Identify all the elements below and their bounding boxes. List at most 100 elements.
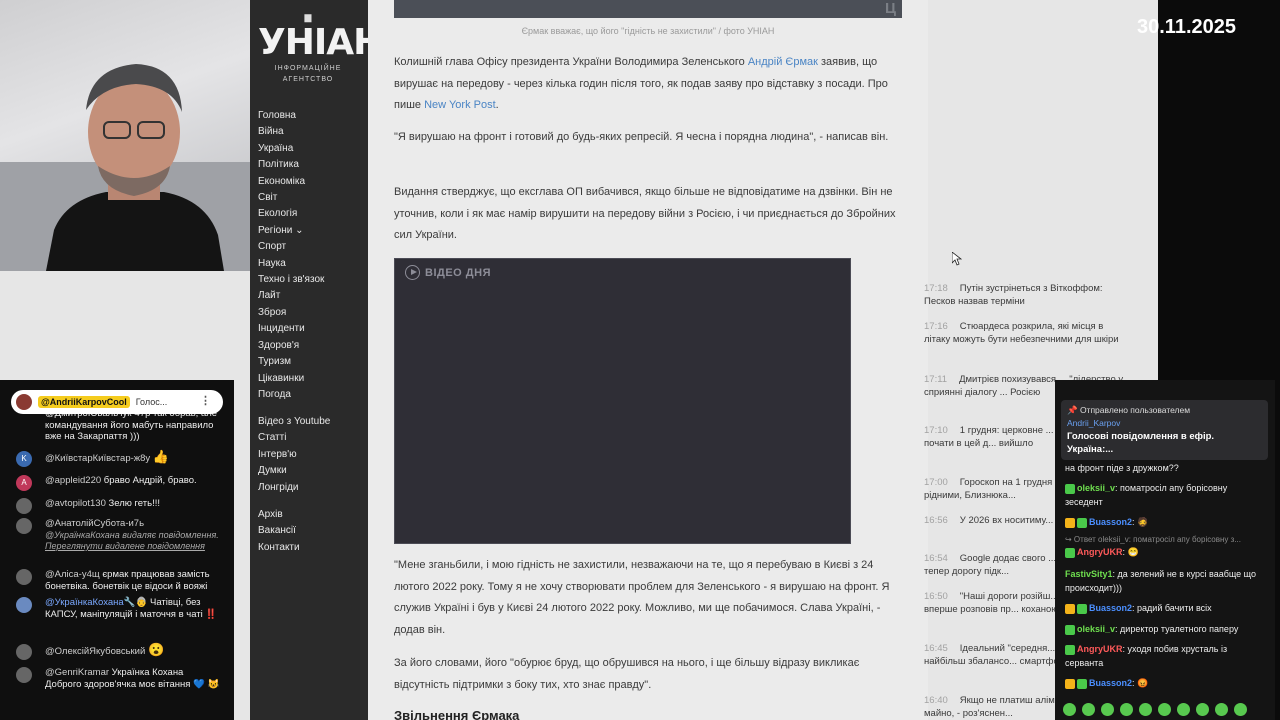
emote-icon[interactable] <box>1101 703 1114 716</box>
emote-icon[interactable] <box>1139 703 1152 716</box>
badge-icon <box>1077 678 1087 689</box>
chat-text: браво Андрій, браво. <box>103 475 197 486</box>
video-label: ВІДЕО ДНЯ <box>405 265 491 280</box>
nav-item[interactable]: Екологія <box>258 206 324 222</box>
pinned-message[interactable]: 📌 Отправлено пользователем Andrii_Karpov… <box>1061 400 1268 460</box>
chat-author[interactable]: @avtopilot130 <box>45 498 106 509</box>
chat-message: A @appleid220 браво Андрій, браво. <box>16 475 222 491</box>
text: Колишній глава Офісу президента України … <box>394 56 748 68</box>
nav-item[interactable]: Архів <box>258 507 300 523</box>
chat-text: 🧔 <box>1137 517 1149 527</box>
nav-item[interactable]: Політика <box>258 157 324 173</box>
logo-sub2: АГЕНТСТВО <box>282 76 334 83</box>
nav-item[interactable]: Інтерв'ю <box>258 447 330 463</box>
view-deleted-link[interactable]: Переглянути видалене повідомлення <box>45 541 205 551</box>
nav-item[interactable]: Наука <box>258 256 324 272</box>
nav-item[interactable]: Техно і зв'язок <box>258 272 324 288</box>
chat-author[interactable]: @КиївстарКиївстар-ж8у <box>45 453 150 464</box>
nav-item[interactable]: Головна <box>258 108 324 124</box>
article-body: Ц Єрмак вважає, що його "гідність не зах… <box>368 0 928 720</box>
emote-icon[interactable] <box>1177 703 1190 716</box>
news-time: 16:50 <box>924 591 948 602</box>
photo-caption: Єрмак вважає, що його "гідність не захис… <box>521 26 775 36</box>
chat-text: 😁 <box>1127 547 1139 557</box>
chat-author[interactable]: AngryUKR <box>1077 644 1123 654</box>
chat-author[interactable]: @АнатолійСубота-и7ь <box>45 518 144 529</box>
text: . <box>495 99 499 111</box>
paragraph-2: "Я вирушаю на фронт і готовий до будь-як… <box>394 131 889 143</box>
chat-author[interactable]: Buasson2 <box>1089 603 1132 613</box>
emote-icon[interactable] <box>1234 703 1247 716</box>
emote-icon[interactable] <box>1215 703 1228 716</box>
nav-item[interactable]: Статті <box>258 430 330 446</box>
chat-message: oleksii_v: поматросіл апу борісовну зесе… <box>1065 483 1228 507</box>
chat-author[interactable]: oleksii_v <box>1077 483 1115 493</box>
video-of-day-player[interactable]: ВІДЕО ДНЯ <box>394 258 851 544</box>
nav-item[interactable]: Вакансії <box>258 523 300 539</box>
nav-item[interactable]: Думки <box>258 463 330 479</box>
nav-item[interactable]: Лонгріди <box>258 480 330 496</box>
nav-item[interactable]: Зброя <box>258 305 324 321</box>
emote-icon[interactable] <box>1120 703 1133 716</box>
pinned-message[interactable]: @AndriiKarpovCool Голос... ⋮ <box>11 390 223 414</box>
watermark-icon: Ц <box>885 0 896 17</box>
paragraph-4: "Мене зганьбили, і мою гідність не захис… <box>394 559 890 636</box>
news-time: 17:18 <box>924 283 948 294</box>
emote-icon[interactable] <box>1063 703 1076 716</box>
emote-icon[interactable] <box>1196 703 1209 716</box>
chat-message: oleksii_v: директор туалетного паперу <box>1065 623 1265 637</box>
nav-item[interactable]: Погода <box>258 387 324 403</box>
chat-author[interactable]: Buasson2 <box>1089 517 1132 527</box>
article-photo: Ц <box>394 0 902 18</box>
chat-message: Buasson2: 🧔 <box>1065 516 1265 530</box>
chat-text: Зелю геть!!! <box>108 498 160 509</box>
chat-message: AngryUKR: 😁 <box>1065 546 1265 560</box>
chat-author[interactable]: oleksii_v <box>1077 624 1115 634</box>
chat-author[interactable]: Buasson2 <box>1089 678 1132 688</box>
chat-author[interactable]: AngryUKR <box>1077 547 1123 557</box>
news-item[interactable]: 17:18 Путін зустрінеться з Віткоффом: Пес… <box>924 282 1124 309</box>
avatar <box>16 597 32 613</box>
nav-item[interactable]: Інциденти <box>258 321 324 337</box>
nav-item[interactable]: Відео з Youtube <box>258 414 330 430</box>
chat-author[interactable]: @appleid220 <box>45 475 101 486</box>
news-item[interactable]: 17:16 Стюардеса розкрила, які місця в літ… <box>924 320 1124 347</box>
news-time: 16:45 <box>924 643 948 654</box>
chat-message: AngryUKR: уходя побив хрусталь із серван… <box>1065 644 1228 668</box>
avatar <box>16 569 32 585</box>
link-ermak[interactable]: Андрій Єрмак <box>748 56 818 68</box>
chat-author[interactable]: @ОлексійЯкубовський <box>45 646 145 657</box>
news-time: 16:56 <box>924 515 948 526</box>
chat-author[interactable]: @GenriKramar <box>45 667 109 678</box>
nav-item[interactable]: Здоров'я <box>258 338 324 354</box>
nav-item[interactable]: Україна <box>258 141 324 157</box>
nav-item-regions[interactable]: Регіони ⌄ <box>258 223 324 239</box>
nav-item[interactable]: Війна <box>258 124 324 140</box>
chat-message: FastivSity1: да зелений не в курсі ваабщ… <box>1065 569 1256 593</box>
chat-message: Buasson2: 😡 <box>1065 677 1265 691</box>
nav-item[interactable]: Світ <box>258 190 324 206</box>
more-options-icon[interactable]: ⋮ <box>200 394 211 407</box>
nav-item[interactable]: Цікавинки <box>258 371 324 387</box>
link-nypost[interactable]: New York Post <box>424 99 496 111</box>
news-title: У 2026 вх носитиму... <box>959 515 1054 526</box>
nav-item[interactable]: Лайт <box>258 288 324 304</box>
nav-item[interactable]: Туризм <box>258 354 324 370</box>
pinned-author: Andrii_Karpov <box>1067 418 1121 428</box>
section-heading: Звільнення Єрмака <box>394 708 520 720</box>
chat-message: @GenriKramar Українка Кохана Доброго здо… <box>16 667 222 690</box>
chat-author[interactable]: @Аліса-у4щ <box>45 569 100 580</box>
emote-icon[interactable] <box>1082 703 1095 716</box>
chat-text: 😮 <box>147 642 165 657</box>
pinned-text: Голос... <box>135 397 168 407</box>
nav-item[interactable]: Контакти <box>258 540 300 556</box>
nav-item[interactable]: Економіка <box>258 174 324 190</box>
emote-icon[interactable] <box>1158 703 1171 716</box>
chat-text: радий бачити всіх <box>1137 603 1212 613</box>
chat-author-moderator[interactable]: @УкраїнкаКохана🔧👵 <box>45 597 147 608</box>
unian-logo[interactable]: ▆ УНІАН ІНФОРМАЦІЙНЕ АГЕНТСТВО <box>258 12 383 85</box>
paragraph-5: За його словами, його "обурює бруд, що о… <box>394 657 860 691</box>
chat-message: @УкраїнкаКохана🔧👵 Чатівці, без КАПСУ, ма… <box>16 597 222 620</box>
nav-item[interactable]: Спорт <box>258 239 324 255</box>
chat-author[interactable]: FastivSity1 <box>1065 569 1113 579</box>
